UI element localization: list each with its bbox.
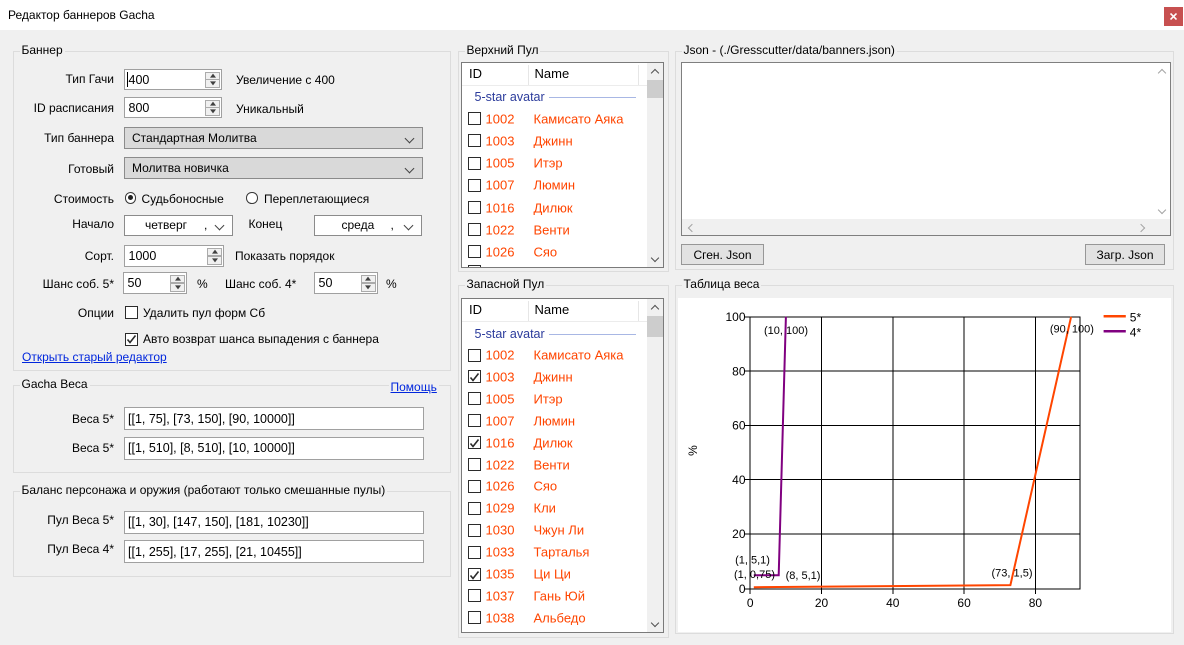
svg-text:100: 100 <box>725 310 745 324</box>
svg-text:0: 0 <box>739 582 746 596</box>
svg-text:40: 40 <box>886 596 900 610</box>
svg-text:60: 60 <box>957 596 971 610</box>
svg-text:4*: 4* <box>1130 325 1142 339</box>
svg-text:(10, 100): (10, 100) <box>764 325 808 337</box>
svg-text:20: 20 <box>732 527 746 541</box>
svg-text:20: 20 <box>815 596 829 610</box>
svg-text:(8, 5,1): (8, 5,1) <box>786 570 821 582</box>
svg-text:(1, 0,75): (1, 0,75) <box>734 569 775 581</box>
svg-text:%: % <box>686 444 700 455</box>
svg-text:60: 60 <box>732 418 746 432</box>
svg-text:0: 0 <box>747 596 754 610</box>
svg-text:40: 40 <box>732 472 746 486</box>
svg-text:80: 80 <box>1029 596 1043 610</box>
svg-text:(90, 100): (90, 100) <box>1050 323 1094 335</box>
svg-text:5*: 5* <box>1130 310 1142 324</box>
svg-text:(73, 1,5): (73, 1,5) <box>992 567 1033 579</box>
svg-text:(1, 5,1): (1, 5,1) <box>735 554 770 566</box>
svg-text:80: 80 <box>732 364 746 378</box>
